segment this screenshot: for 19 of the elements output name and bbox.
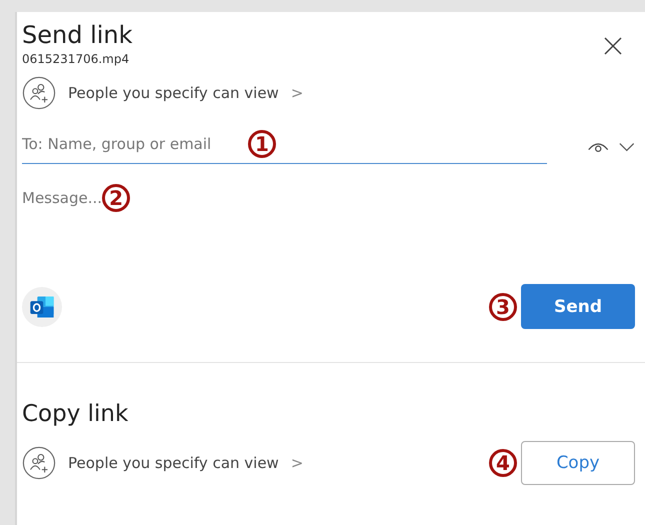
outlook-icon[interactable] — [22, 286, 62, 326]
chevron-icon: > — [290, 84, 304, 102]
step-marker: 1 — [248, 130, 276, 158]
people-icon — [22, 446, 56, 480]
copy-button[interactable]: Copy — [521, 441, 635, 485]
file-name: 0615231706.mp4 — [22, 52, 130, 66]
step-marker: 2 — [102, 184, 130, 212]
close-icon[interactable] — [603, 36, 623, 56]
step-marker: 4 — [489, 449, 517, 477]
message-field[interactable]: Message... — [22, 189, 102, 207]
permission-link[interactable]: People you specify can view — [66, 84, 281, 102]
step-marker: 3 — [489, 292, 517, 320]
panel-title: Send link — [22, 20, 133, 50]
section-title: Copy link — [22, 401, 130, 427]
permission-link[interactable]: People you specify can view — [66, 454, 281, 472]
chevron-icon: > — [290, 454, 304, 472]
people-icon — [22, 76, 56, 110]
send-button[interactable]: Send — [521, 284, 635, 329]
chevron-down-icon[interactable] — [619, 142, 635, 152]
